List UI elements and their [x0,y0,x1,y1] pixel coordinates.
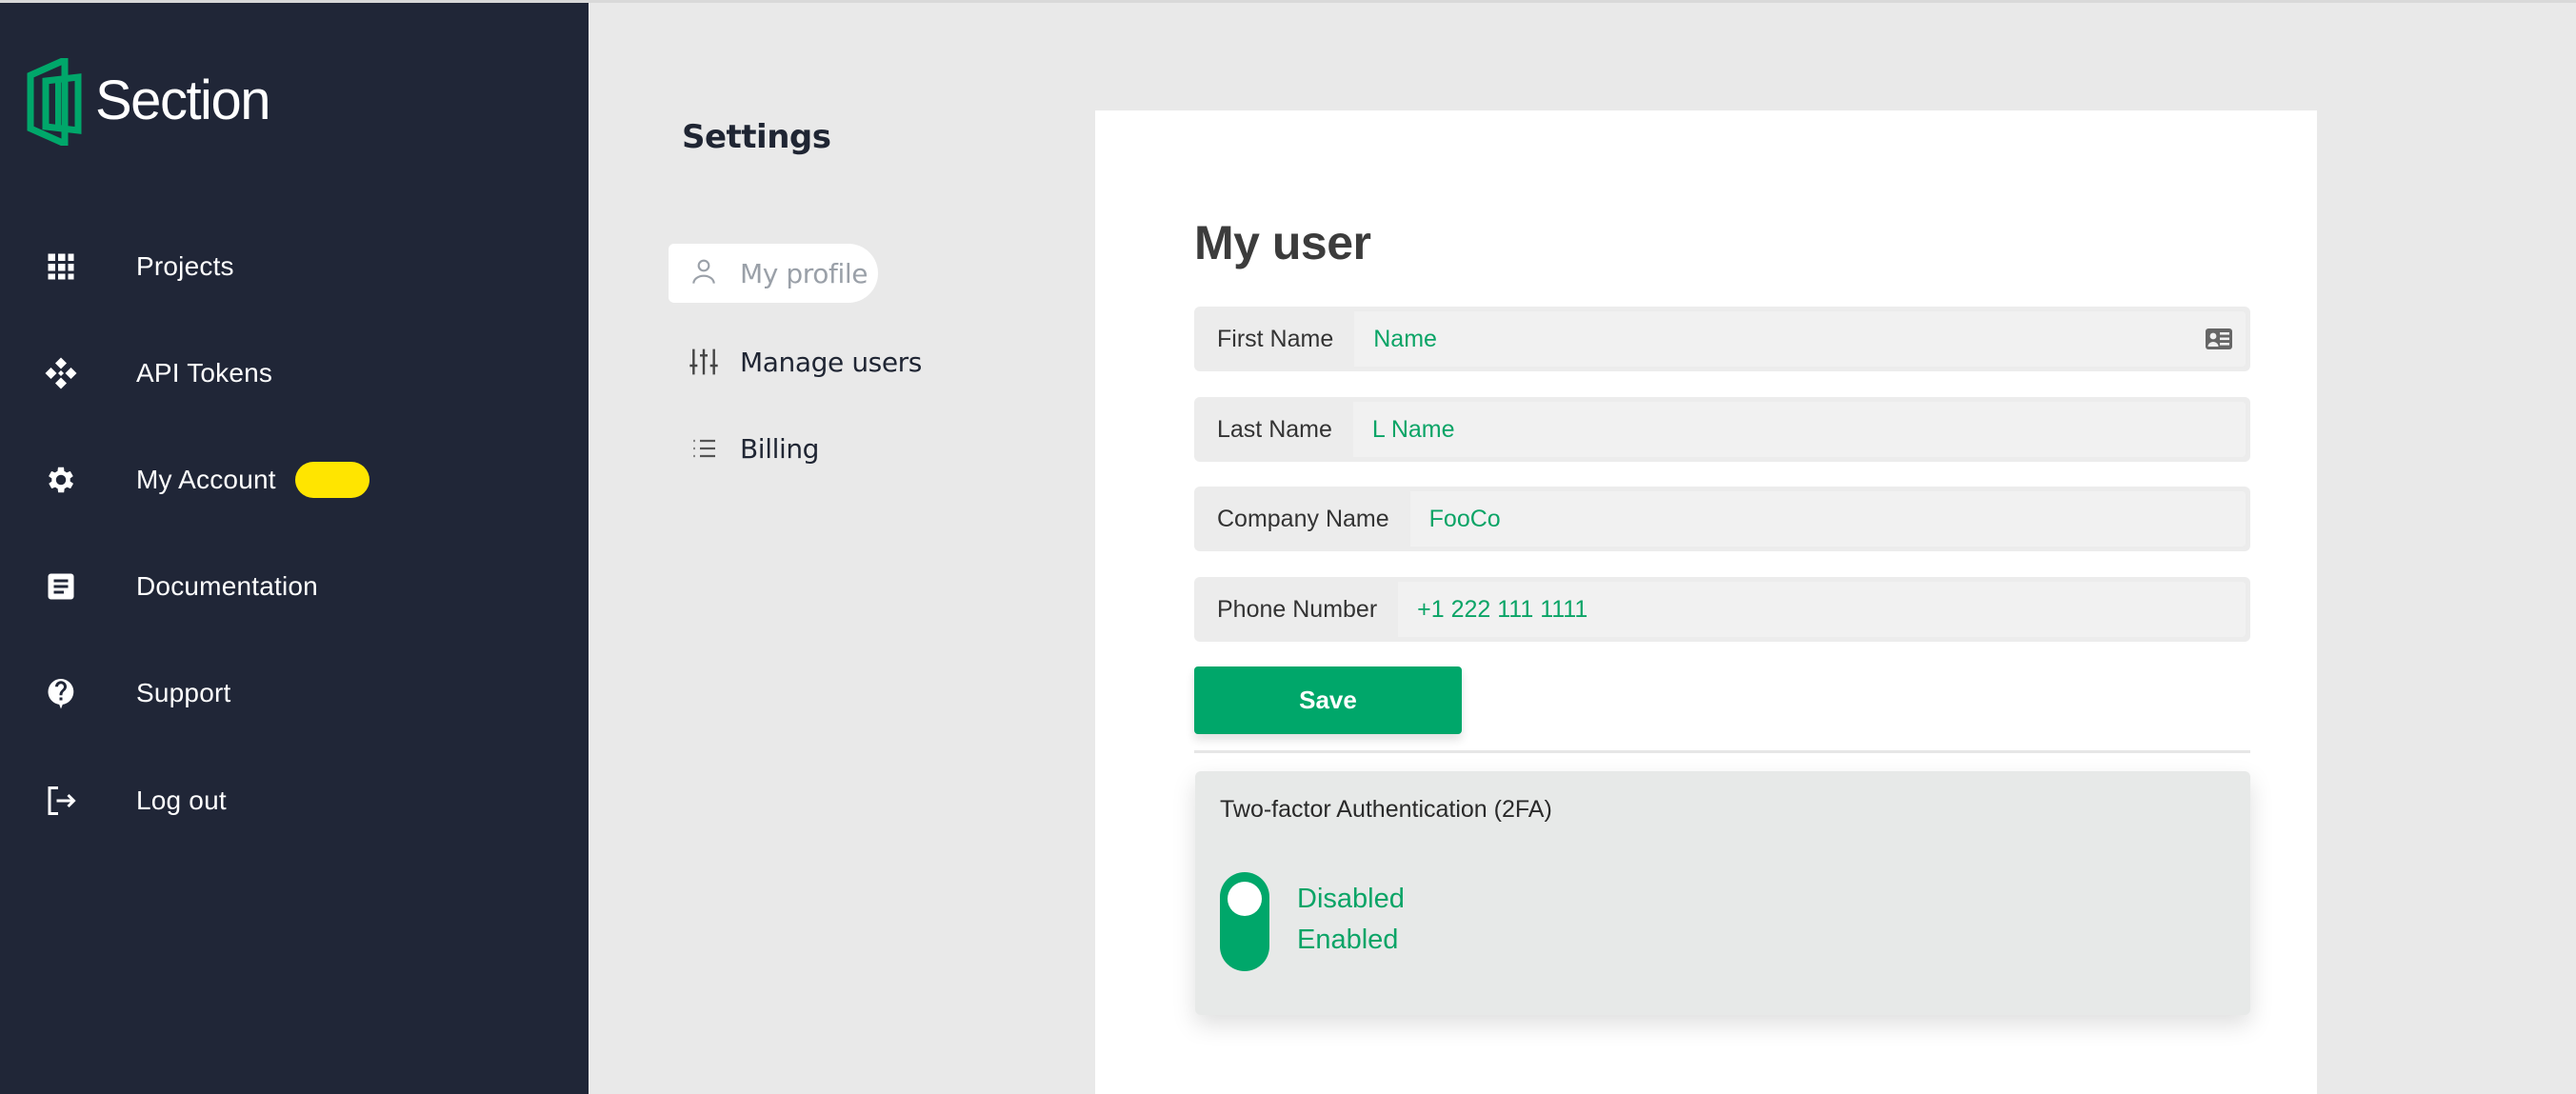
token-diamond-icon [42,354,80,392]
sidebar-item-api-tokens[interactable]: API Tokens [0,335,589,411]
first-name-field: First Name [1194,307,2250,371]
list-icon [688,432,720,465]
sidebar-item-label: Support [136,678,231,707]
sidebar-item-label: My Account [136,465,276,494]
last-name-field: Last Name [1194,397,2250,462]
top-border [0,0,2576,3]
sidebar-item-label: API Tokens [136,358,273,388]
section-logo-icon [27,58,82,146]
logo[interactable]: Section [27,58,270,146]
document-icon [42,567,80,606]
save-button[interactable]: Save [1194,666,1462,734]
two-factor-panel: Two-factor Authentication (2FA) Disabled… [1195,771,2250,1015]
settings-title: Settings [682,118,831,156]
first-name-input[interactable] [1354,311,2246,367]
sidebar-item-projects[interactable]: Projects [0,229,589,305]
logout-icon [42,782,80,820]
grid-icon [42,248,80,286]
user-icon [688,257,720,289]
sidebar-item-label: Projects [136,251,234,281]
settings-item-billing[interactable]: Billing [669,419,859,478]
field-label: Company Name [1217,505,1389,532]
sidebar-item-documentation[interactable]: Documentation [0,548,589,625]
gear-icon [42,461,80,499]
sliders-icon [688,346,720,378]
settings-item-my-profile[interactable]: My profile [669,244,878,303]
account-badge [295,462,369,498]
field-label: First Name [1217,325,1334,352]
brand-name: Section [95,69,270,131]
two-factor-option-enabled[interactable]: Enabled [1297,925,1398,956]
settings-item-label: Billing [740,432,820,465]
toggle-knob [1228,882,1262,916]
field-label: Last Name [1217,415,1332,443]
sidebar-item-my-account[interactable]: My Account [0,442,589,518]
sidebar-item-label: Documentation [136,571,318,601]
sidebar: Section Projects API Tokens My Account D… [0,3,589,1094]
company-name-field: Company Name [1194,487,2250,551]
last-name-input[interactable] [1352,402,2246,457]
two-factor-title: Two-factor Authentication (2FA) [1220,796,1552,823]
profile-card: My user First Name Last Name Company Nam… [1095,110,2317,1094]
phone-number-input[interactable] [1398,582,2246,637]
settings-item-label: Manage users [740,346,922,378]
sidebar-item-support[interactable]: Support [0,655,589,731]
sidebar-item-label: Log out [136,786,227,815]
company-name-input[interactable] [1409,491,2246,547]
phone-number-field: Phone Number [1194,577,2250,642]
help-bubble-icon [42,674,80,712]
contact-card-icon [2206,328,2232,349]
two-factor-toggle[interactable] [1220,872,1269,971]
page-title: My user [1194,216,1371,269]
sidebar-item-log-out[interactable]: Log out [0,763,589,839]
two-factor-option-disabled[interactable]: Disabled [1297,884,1405,915]
divider [1194,750,2250,753]
settings-item-manage-users[interactable]: Manage users [669,332,922,391]
field-label: Phone Number [1217,595,1378,623]
settings-item-label: My profile [740,257,869,289]
